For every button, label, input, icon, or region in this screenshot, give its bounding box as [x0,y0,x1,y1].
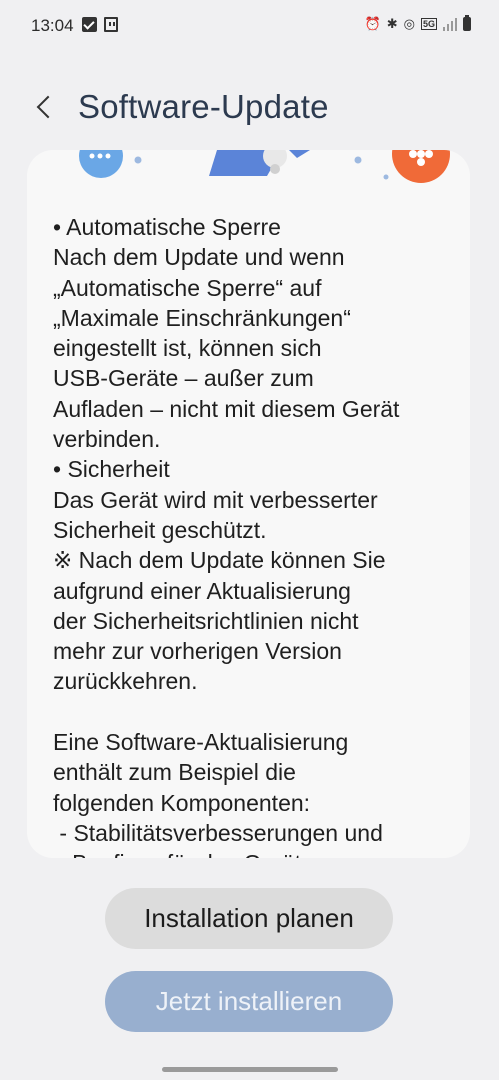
battery-icon [463,15,471,31]
alarm-icon: ⏰ [364,16,381,31]
status-time: 13:04 [31,16,74,35]
signal-icon [443,17,457,31]
install-now-button[interactable]: Jetzt installieren [105,971,393,1032]
header-illustration [79,150,450,183]
release-notes-card[interactable]: • Automatische Sperre Nach dem Update un… [27,150,470,858]
twitch-icon [104,17,118,32]
network-type-icon: 5G [420,18,437,30]
bluetooth-icon: ✱ [386,16,398,31]
release-notes-text: • Automatische Sperre Nach dem Update un… [53,214,400,858]
system-icons: ⏰ ✱ ◎ 5G [364,15,471,32]
schedule-installation-button[interactable]: Installation planen [105,888,393,949]
notification-icons [82,17,118,32]
status-bar: 13:04 ⏰ ✱ ◎ 5G [0,0,499,52]
home-indicator[interactable] [162,1067,338,1072]
page-title: Software-Update [78,88,329,125]
hotspot-icon: ◎ [403,16,415,31]
back-button[interactable] [30,92,60,124]
check-icon [82,17,97,32]
